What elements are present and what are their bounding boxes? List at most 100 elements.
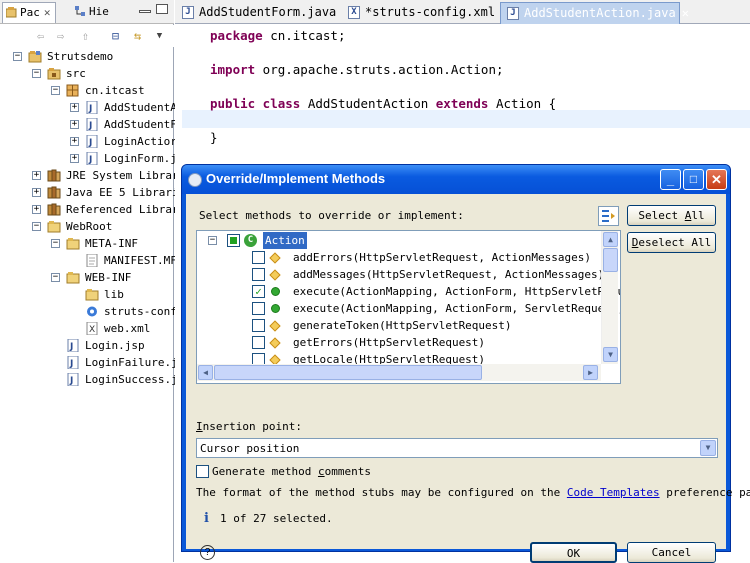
scroll-thumb[interactable] (214, 365, 482, 380)
code-templates-link[interactable]: Code Templates (567, 486, 660, 499)
tab-package-explorer[interactable]: Pac ✕ (2, 2, 56, 23)
cancel-button[interactable]: Cancel (627, 542, 716, 563)
override-implement-dialog: Override/Implement Methods _ □ ✕ Select … (181, 164, 750, 563)
view-menu-icon[interactable]: ▼ (152, 29, 167, 43)
tree-item[interactable]: − Strutsdemo (0, 48, 174, 65)
method-row[interactable]: getErrors(HttpServletRequest) (197, 334, 601, 351)
code-line: } (210, 129, 218, 146)
method-row[interactable]: addErrors(HttpServletRequest, ActionMess… (197, 249, 601, 266)
method-row[interactable]: execute(ActionMapping, ActionForm, Servl… (197, 300, 620, 317)
method-row[interactable]: ✓ execute(ActionMapping, ActionForm, Http… (197, 283, 620, 300)
method-name: execute(ActionMapping, ActionForm, Servl… (293, 302, 621, 315)
select-all-button[interactable]: Select All (627, 205, 716, 226)
tree-item[interactable]: − cn.itcast (0, 82, 174, 99)
tree-item[interactable]: − META-INF (0, 235, 174, 252)
minimize-button[interactable]: _ (660, 169, 681, 190)
expand-toggle[interactable]: − (13, 52, 22, 61)
method-row[interactable]: generateToken(HttpServletRequest) (197, 317, 601, 334)
tree-item[interactable]: + J LoginForm.j (0, 150, 177, 167)
expand-toggle[interactable]: + (32, 171, 41, 180)
up-icon[interactable]: ⇧ (78, 29, 93, 43)
tree-item[interactable]: + JRE System Librar (0, 167, 179, 184)
maximize-button[interactable]: □ (683, 169, 704, 190)
tree-item-label: Java EE 5 Librari (66, 186, 179, 199)
class-node-row[interactable]: − C Action (197, 232, 601, 249)
class-checkbox[interactable] (227, 234, 240, 247)
protected-method-icon (269, 252, 281, 264)
tab-struts-config-xml[interactable]: X *struts-config.xml (342, 2, 498, 24)
expand-toggle[interactable]: + (70, 103, 79, 112)
generate-comments-checkbox[interactable] (196, 465, 209, 478)
close-button[interactable]: ✕ (706, 169, 727, 190)
expand-toggle[interactable]: − (51, 86, 60, 95)
tree-item[interactable]: lib (0, 286, 174, 303)
scroll-down-arrow-icon[interactable]: ▼ (603, 347, 618, 362)
link-editor-icon[interactable]: ⇆ (130, 29, 145, 43)
insertion-point-select[interactable]: Cursor position ▼ (196, 438, 718, 458)
tree-item[interactable]: + J AddStudentA (0, 99, 177, 116)
method-checkbox[interactable] (252, 319, 265, 332)
tree-item[interactable]: MANIFEST.MF (0, 252, 177, 269)
tree-item[interactable]: Xweb.xml (0, 320, 174, 337)
select-methods-label: Select methods to override or implement: (199, 209, 464, 222)
java-file-icon: J (85, 100, 99, 115)
chevron-down-icon[interactable]: ▼ (700, 440, 716, 456)
expand-toggle[interactable]: − (32, 222, 41, 231)
method-checkbox[interactable] (252, 302, 265, 315)
horizontal-scrollbar[interactable]: ◀ ▶ (197, 364, 601, 381)
tab-hierarchy[interactable]: Hie (72, 2, 113, 23)
back-arrow-icon[interactable]: ⇦ (33, 29, 48, 43)
expand-toggle[interactable]: − (51, 239, 60, 248)
expand-toggle[interactable]: − (51, 273, 60, 282)
deselect-all-button[interactable]: Deselect All (627, 232, 716, 253)
tree-item[interactable]: + J LoginActior (0, 133, 177, 150)
svg-text:J: J (69, 359, 73, 369)
tree-item[interactable]: J LoginSuccess.j (0, 371, 178, 388)
tree-item[interactable]: + Java EE 5 Librari (0, 184, 179, 201)
folder-icon (66, 237, 80, 250)
tab-addstudentaction-java[interactable]: J AddStudentAction.java ✕ (500, 2, 689, 24)
vertical-scrollbar[interactable]: ▲ ▼ (601, 231, 618, 364)
sort-by-class-icon[interactable] (598, 206, 619, 226)
method-checkbox[interactable] (252, 268, 265, 281)
ok-button[interactable]: OK (530, 542, 617, 563)
expand-toggle[interactable]: + (70, 120, 79, 129)
tree-item[interactable]: J Login.jsp (0, 337, 174, 354)
collapse-all-icon[interactable]: ⊟ (108, 29, 123, 43)
tree-item[interactable]: struts-conf (0, 303, 177, 320)
collapse-toggle[interactable]: − (208, 236, 217, 245)
method-row[interactable]: addMessages(HttpServletRequest, ActionMe… (197, 266, 604, 283)
method-checkbox[interactable] (252, 336, 265, 349)
maximize-view-button[interactable] (156, 4, 168, 14)
method-checkbox[interactable] (252, 251, 265, 264)
generate-comments-label[interactable]: Generate method comments (212, 465, 371, 478)
tab-addstudentform-java[interactable]: J AddStudentForm.java (176, 2, 340, 24)
tree-item[interactable]: − WEB-INF (0, 269, 174, 286)
tree-item[interactable]: J LoginFailure.j (0, 354, 178, 371)
dialog-title-bar[interactable]: Override/Implement Methods _ □ ✕ (182, 165, 730, 194)
expand-toggle[interactable]: + (70, 137, 79, 146)
scroll-up-arrow-icon[interactable]: ▲ (603, 232, 618, 247)
expand-toggle[interactable]: − (32, 69, 41, 78)
scroll-left-arrow-icon[interactable]: ◀ (198, 365, 213, 380)
close-icon[interactable]: ✕ (44, 6, 51, 19)
help-icon[interactable]: ? (200, 545, 215, 560)
tree-item[interactable]: − WebRoot (0, 218, 174, 235)
expand-toggle[interactable]: + (32, 188, 41, 197)
expand-toggle[interactable]: + (32, 205, 41, 214)
file-icon (85, 253, 99, 268)
scroll-right-arrow-icon[interactable]: ▶ (583, 365, 598, 380)
expand-toggle[interactable]: + (70, 154, 79, 163)
jsp-file-icon: J (66, 338, 80, 353)
forward-arrow-icon[interactable]: ⇨ (53, 29, 68, 43)
minimize-view-button[interactable] (139, 10, 151, 13)
method-checkbox[interactable]: ✓ (252, 285, 265, 298)
tab-label: Hie (89, 5, 109, 18)
tree-item[interactable]: − src (0, 65, 174, 82)
tree-item[interactable]: + J AddStudentF (0, 116, 177, 133)
tab-label: Pac (20, 6, 40, 19)
close-icon[interactable]: ✕ (682, 6, 689, 20)
insertion-point-label: Insertion point: (196, 420, 302, 433)
tree-item[interactable]: + Referenced Librar (0, 201, 179, 218)
scroll-thumb[interactable] (603, 248, 618, 272)
